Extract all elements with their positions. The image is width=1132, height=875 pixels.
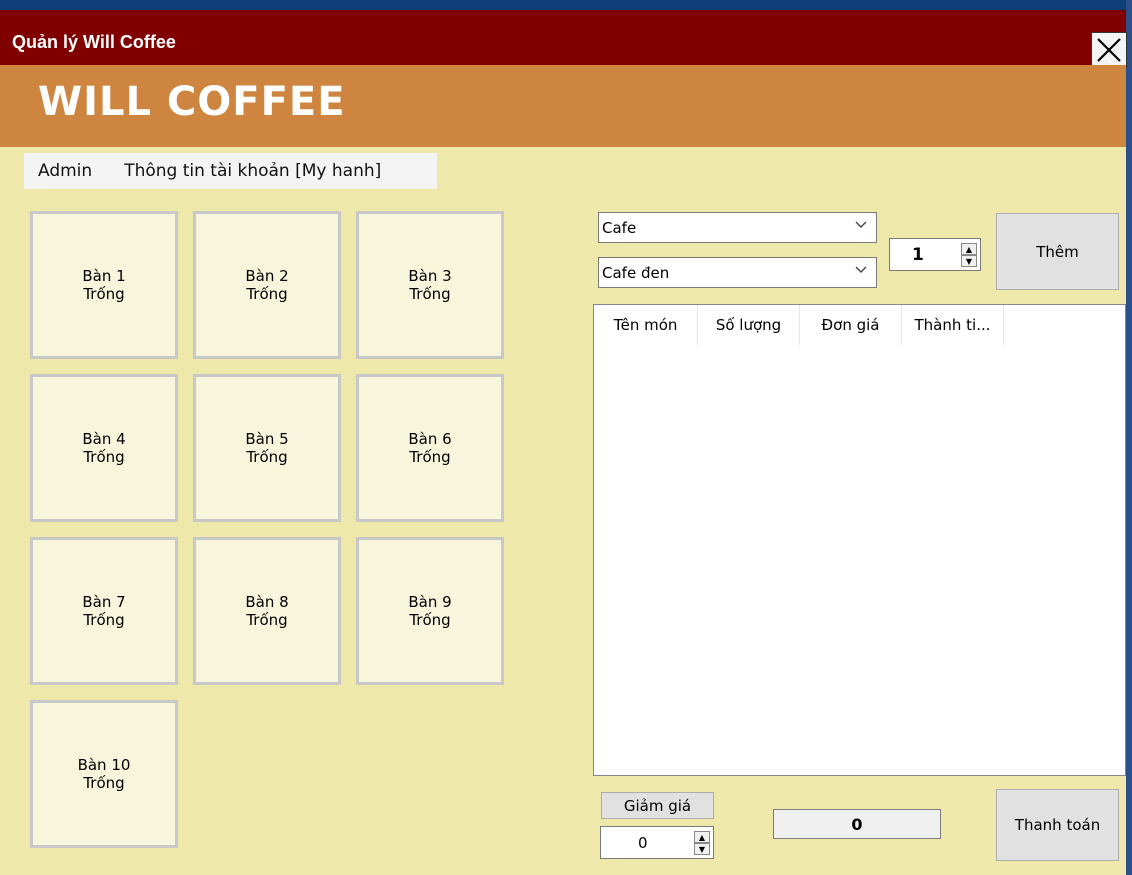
table-button-9[interactable]: Bàn 9 Trống xyxy=(356,537,504,685)
table-status: Trống xyxy=(409,285,451,303)
table-status: Trống xyxy=(83,448,125,466)
close-icon xyxy=(1097,38,1121,62)
table-button-3[interactable]: Bàn 3 Trống xyxy=(356,211,504,359)
table-name: Bàn 7 xyxy=(82,593,126,611)
column-food-name[interactable]: Tên món xyxy=(594,305,698,345)
food-combo[interactable]: Cafe đen xyxy=(598,257,877,288)
table-name: Bàn 6 xyxy=(408,430,452,448)
table-name: Bàn 1 xyxy=(82,267,126,285)
spin-down-icon[interactable]: ▼ xyxy=(694,843,710,855)
menu-bar: Admin Thông tin tài khoản [My hanh] xyxy=(24,153,437,189)
menu-account-info[interactable]: Thông tin tài khoản [My hanh] xyxy=(112,161,393,181)
table-button-5[interactable]: Bàn 5 Trống xyxy=(193,374,341,522)
table-name: Bàn 2 xyxy=(245,267,289,285)
category-value: Cafe xyxy=(602,219,637,237)
spin-up-icon[interactable]: ▲ xyxy=(961,243,977,255)
table-status: Trống xyxy=(246,611,288,629)
close-button[interactable] xyxy=(1091,32,1127,68)
column-quantity[interactable]: Số lượng xyxy=(698,305,800,345)
title-bar: Quản lý Will Coffee xyxy=(0,10,1127,68)
table-status: Trống xyxy=(83,774,125,792)
banner: WILL COFFEE xyxy=(0,65,1126,147)
order-list-header: Tên món Số lượng Đơn giá Thành ti... xyxy=(594,305,1125,345)
menu-admin[interactable]: Admin xyxy=(38,161,92,181)
table-button-10[interactable]: Bàn 10 Trống xyxy=(30,700,178,848)
table-button-4[interactable]: Bàn 4 Trống xyxy=(30,374,178,522)
table-name: Bàn 3 xyxy=(408,267,452,285)
column-unit-price[interactable]: Đơn giá xyxy=(800,305,902,345)
table-status: Trống xyxy=(83,285,125,303)
table-button-1[interactable]: Bàn 1 Trống xyxy=(30,211,178,359)
total-price-field: 0 xyxy=(773,809,941,839)
category-combo[interactable]: Cafe xyxy=(598,212,877,243)
table-name: Bàn 4 xyxy=(82,430,126,448)
quantity-stepper[interactable]: 1 ▲ ▼ xyxy=(889,238,981,271)
order-list[interactable]: Tên món Số lượng Đơn giá Thành ti... xyxy=(593,304,1126,776)
spin-up-icon[interactable]: ▲ xyxy=(694,831,710,843)
spin-down-icon[interactable]: ▼ xyxy=(961,255,977,267)
quantity-value: 1 xyxy=(912,245,924,265)
window-title: Quản lý Will Coffee xyxy=(12,32,176,52)
main-window: Quản lý Will Coffee WILL COFFEE Admin Th… xyxy=(0,0,1132,875)
checkout-button[interactable]: Thanh toán xyxy=(996,789,1119,861)
discount-value: 0 xyxy=(638,834,648,852)
table-name: Bàn 8 xyxy=(245,593,289,611)
table-status: Trống xyxy=(246,448,288,466)
table-button-8[interactable]: Bàn 8 Trống xyxy=(193,537,341,685)
table-name: Bàn 9 xyxy=(408,593,452,611)
column-total[interactable]: Thành ti... xyxy=(902,305,1004,345)
food-value: Cafe đen xyxy=(602,264,670,282)
table-name: Bàn 10 xyxy=(77,756,131,774)
table-status: Trống xyxy=(246,285,288,303)
discount-stepper[interactable]: 0 ▲ ▼ xyxy=(600,826,714,859)
table-button-2[interactable]: Bàn 2 Trống xyxy=(193,211,341,359)
table-name: Bàn 5 xyxy=(245,430,289,448)
banner-title: WILL COFFEE xyxy=(38,79,346,125)
table-button-7[interactable]: Bàn 7 Trống xyxy=(30,537,178,685)
discount-spin-buttons: ▲ ▼ xyxy=(694,831,710,855)
table-button-6[interactable]: Bàn 6 Trống xyxy=(356,374,504,522)
content-area: Admin Thông tin tài khoản [My hanh] Bàn … xyxy=(0,147,1126,875)
table-status: Trống xyxy=(409,611,451,629)
window-edge xyxy=(1126,0,1132,875)
discount-button[interactable]: Giảm giá xyxy=(601,792,714,819)
chevron-down-icon xyxy=(855,221,867,228)
add-button[interactable]: Thêm xyxy=(996,213,1119,290)
table-status: Trống xyxy=(83,611,125,629)
quantity-spin-buttons: ▲ ▼ xyxy=(961,243,977,267)
chevron-down-icon xyxy=(855,266,867,273)
table-status: Trống xyxy=(409,448,451,466)
